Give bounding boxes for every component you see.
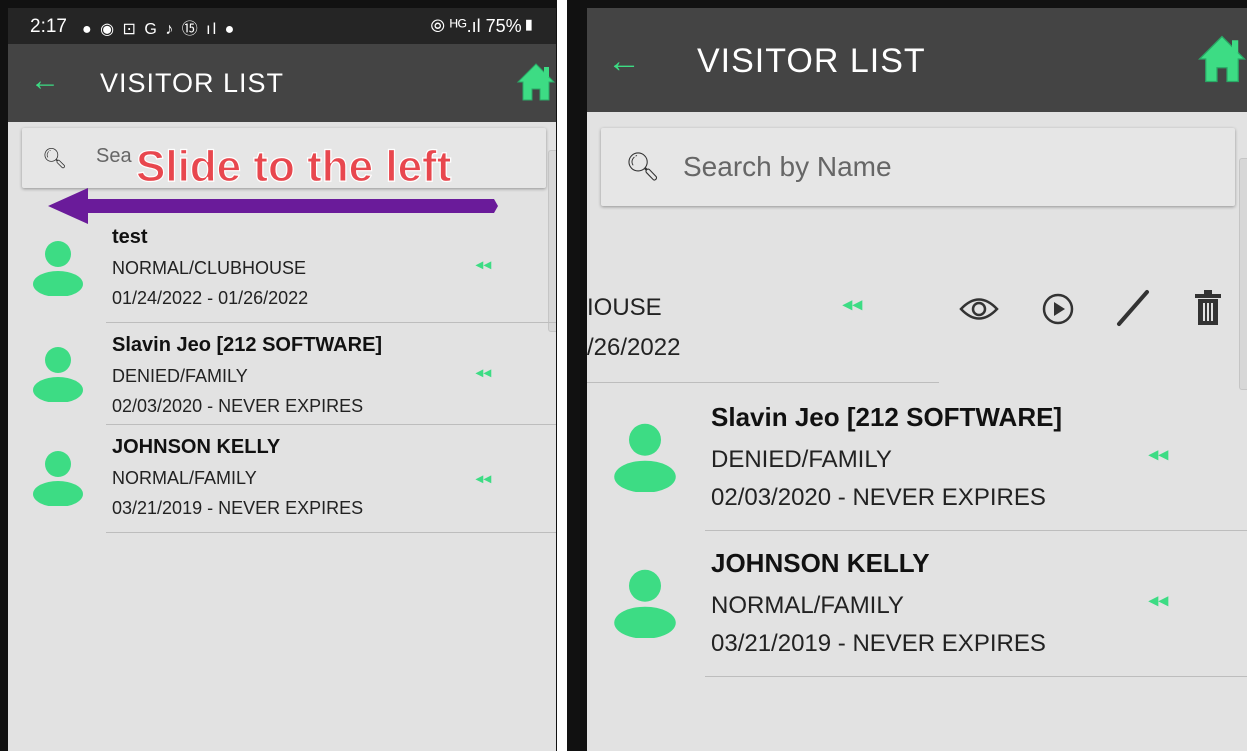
avatar-icon xyxy=(33,241,83,296)
list-item[interactable]: JOHNSON KELLY NORMAL/FAMILY 03/21/2019 -… xyxy=(587,538,1247,678)
search-icon: 🔍︎ xyxy=(42,148,68,170)
visitor-dates: 02/03/2020 - NEVER EXPIRES xyxy=(112,396,364,416)
app-bar: ← VISITOR LIST xyxy=(587,8,1247,112)
visitor-dates: 03/21/2019 - NEVER EXPIRES xyxy=(112,498,364,518)
divider xyxy=(106,322,556,323)
visitor-type: NORMAL/FAMILY xyxy=(112,468,257,488)
visitor-type: DENIED/FAMILY xyxy=(711,446,892,473)
swipe-chevron-icon: ◂◂ xyxy=(476,256,493,272)
annotation-slide-left: Slide to the left xyxy=(135,141,452,191)
left-screenshot: 2:17 ● ◉ ⊡ G ♪ ⑮ ıl ● ⦾ ᴴᴳ.ıl 75%▮ ← VIS… xyxy=(0,0,557,751)
visitor-dates-partial: /26/2022 xyxy=(587,334,681,361)
list-item[interactable]: Slavin Jeo [212 SOFTWARE] DENIED/FAMILY … xyxy=(8,326,556,426)
visitor-name: Slavin Jeo [212 SOFTWARE] xyxy=(112,334,383,356)
divider xyxy=(705,676,1247,677)
visitor-name: JOHNSON KELLY xyxy=(711,548,930,578)
divider xyxy=(106,424,556,425)
avatar-icon xyxy=(33,451,83,506)
pencil-icon[interactable] xyxy=(1115,288,1151,328)
divider xyxy=(106,532,556,533)
app-bar: ← VISITOR LIST xyxy=(8,44,556,122)
search-bar: 🔍︎ xyxy=(601,128,1235,206)
visitor-type: NORMAL/CLUBHOUSE xyxy=(112,258,307,278)
status-time: 2:17 xyxy=(30,16,67,37)
visitor-type: NORMAL/FAMILY xyxy=(711,592,904,619)
phone-screen: ← VISITOR LIST 🔍︎ IOUSE /26/2022 ◂◂ xyxy=(587,8,1247,751)
arrow-left-icon[interactable]: ← xyxy=(607,42,641,81)
status-notification-icons: ● ◉ ⊡ G ♪ ⑮ ıl ● xyxy=(82,21,237,38)
home-icon[interactable] xyxy=(1197,32,1247,86)
divider xyxy=(587,382,939,383)
swipe-chevron-icon: ◂◂ xyxy=(476,470,493,486)
avatar-icon xyxy=(614,423,676,492)
swipe-chevron-icon: ◂◂ xyxy=(1149,444,1170,464)
right-screenshot: ← VISITOR LIST 🔍︎ IOUSE /26/2022 ◂◂ xyxy=(567,0,1247,751)
list-item[interactable]: test NORMAL/CLUBHOUSE 01/24/2022 - 01/26… xyxy=(8,218,556,318)
visitor-name: Slavin Jeo [212 SOFTWARE] xyxy=(711,402,1063,432)
arrow-left-icon[interactable]: ← xyxy=(30,64,60,98)
swiped-list-item[interactable]: IOUSE /26/2022 ◂◂ xyxy=(587,278,1247,388)
visitor-type: DENIED/FAMILY xyxy=(112,366,248,386)
visitor-dates: 02/03/2020 - NEVER EXPIRES xyxy=(711,484,1046,511)
home-icon[interactable] xyxy=(516,62,556,102)
swipe-chevron-icon: ◂◂ xyxy=(476,364,493,380)
swipe-chevron-icon: ◂◂ xyxy=(1149,590,1170,610)
eye-icon[interactable] xyxy=(959,294,999,324)
trash-icon[interactable] xyxy=(1193,288,1223,328)
list-item[interactable]: Slavin Jeo [212 SOFTWARE] DENIED/FAMILY … xyxy=(587,392,1247,532)
page-title: VISITOR LIST xyxy=(100,68,285,98)
swipe-arrow-annotation xyxy=(48,188,498,224)
play-circle-icon[interactable] xyxy=(1041,292,1075,326)
visitor-name: test xyxy=(112,226,148,248)
phone-screen: 2:17 ● ◉ ⊡ G ♪ ⑮ ıl ● ⦾ ᴴᴳ.ıl 75%▮ ← VIS… xyxy=(8,8,556,751)
search-icon: 🔍︎ xyxy=(625,151,661,182)
search-input[interactable] xyxy=(681,150,1085,184)
list-item[interactable]: JOHNSON KELLY NORMAL/FAMILY 03/21/2019 -… xyxy=(8,432,556,532)
avatar-icon xyxy=(33,347,83,402)
visitor-dates: 01/24/2022 - 01/26/2022 xyxy=(112,288,309,308)
divider xyxy=(705,530,1247,531)
status-bar: 2:17 ● ◉ ⊡ G ♪ ⑮ ıl ● ⦾ ᴴᴳ.ıl 75%▮ xyxy=(8,8,556,44)
swipe-chevron-icon: ◂◂ xyxy=(843,294,864,314)
avatar-icon xyxy=(614,569,676,638)
page-title: VISITOR LIST xyxy=(697,42,926,80)
visitor-dates: 03/21/2019 - NEVER EXPIRES xyxy=(711,630,1046,657)
status-battery: ⦾ ᴴᴳ.ıl 75%▮ xyxy=(430,16,536,36)
visitor-type-partial: IOUSE xyxy=(587,294,662,321)
visitor-name: JOHNSON KELLY xyxy=(112,436,281,458)
